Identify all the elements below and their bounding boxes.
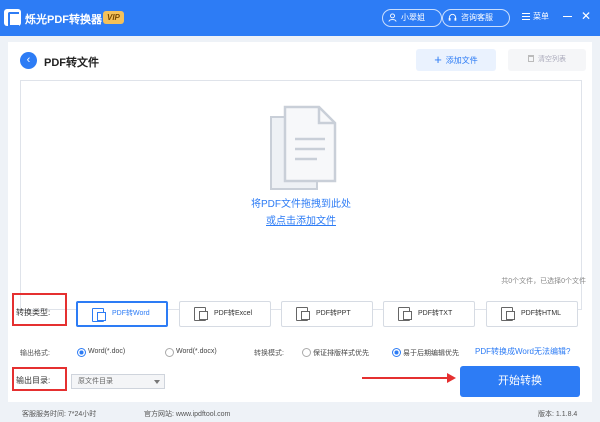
click-add-file-link[interactable]: 或点击添加文件 (266, 216, 336, 227)
customer-service-button[interactable]: 咨询客服 (442, 9, 510, 27)
trash-icon (528, 55, 534, 62)
customer-service-label: 咨询客服 (461, 13, 493, 22)
back-button[interactable]: ‹ (20, 52, 37, 69)
annotation-arrow (362, 373, 456, 383)
word-not-editable-help-link[interactable]: PDF转换成Word无法编辑? (475, 346, 570, 357)
type-pdf-to-html-button[interactable]: PDF转HTML (486, 301, 578, 327)
conversion-mode-label: 转换模式: (254, 350, 284, 357)
excel-file-icon (194, 307, 208, 321)
mode-editable-first-radio[interactable]: 易于后期编辑优先 (392, 348, 459, 358)
service-hours-text: 客服服务时间: 7*24小时 (22, 411, 97, 418)
txt-file-icon (398, 307, 412, 321)
add-file-label: 添加文件 (445, 56, 478, 65)
close-button[interactable]: ✕ (581, 10, 593, 22)
type-label-txt: PDF转TXT (418, 310, 453, 317)
mode-layout-first-radio[interactable]: 保证排版样式优先 (302, 348, 369, 358)
documents-icon (270, 105, 337, 190)
clear-list-button[interactable]: 清空列表 (508, 49, 586, 71)
output-format-label: 输出格式: (20, 350, 50, 357)
html-file-icon (501, 307, 515, 321)
type-label-word: PDF转Word (112, 310, 150, 317)
type-pdf-to-ppt-button[interactable]: PDF转PPT (281, 301, 373, 327)
plus-icon: + (434, 52, 442, 67)
type-label-html: PDF转HTML (521, 310, 562, 317)
user-icon (388, 13, 397, 22)
file-count-status: 共0个文件，已选择0个文件 (501, 278, 586, 285)
status-footer: 客服服务时间: 7*24小时 官方网站: www.ipdftool.com 版本… (0, 404, 600, 422)
app-logo-icon (4, 9, 21, 27)
chevron-down-icon (154, 380, 160, 384)
format-doc-radio[interactable]: Word(*.doc) (77, 348, 125, 357)
website-link[interactable]: 官方网站: www.ipdftool.com (144, 409, 230, 419)
title-bar: 烁光PDF转换器 VIP 小翠姐 咨询客服 菜单 ✕ (0, 0, 600, 36)
output-dir-label: 输出目录: (16, 376, 51, 385)
word-file-icon (92, 308, 106, 322)
type-pdf-to-txt-button[interactable]: PDF转TXT (383, 301, 475, 327)
menu-button[interactable]: 菜单 (522, 11, 549, 22)
menu-icon (522, 13, 530, 20)
ppt-file-icon (296, 307, 310, 321)
start-conversion-button[interactable]: 开始转换 (460, 366, 580, 397)
main-panel: ‹ PDF转文件 + 添加文件 清空列表 将PDF文件拖拽到此处 或点击添加文件 … (8, 42, 592, 402)
drop-hint-text: 将PDF文件拖拽到此处 (251, 199, 351, 210)
type-label-ppt: PDF转PPT (316, 310, 351, 317)
user-name: 小翠姐 (401, 13, 425, 22)
menu-label: 菜单 (533, 12, 549, 21)
add-file-button[interactable]: + 添加文件 (416, 49, 496, 71)
conversion-type-label: 转换类型: (16, 308, 51, 317)
user-button[interactable]: 小翠姐 (382, 9, 442, 27)
version-text: 版本: 1.1.8.4 (538, 411, 578, 418)
output-dir-value: 原文件目录 (78, 378, 113, 385)
type-label-excel: PDF转Excel (214, 310, 253, 317)
page-title: PDF转文件 (44, 57, 99, 69)
format-docx-radio[interactable]: Word(*.docx) (165, 348, 217, 357)
type-pdf-to-excel-button[interactable]: PDF转Excel (179, 301, 271, 327)
output-dir-select[interactable]: 原文件目录 (71, 374, 165, 389)
vip-badge[interactable]: VIP (103, 11, 124, 24)
app-title: 烁光PDF转换器 (25, 14, 102, 26)
file-drop-zone[interactable]: 将PDF文件拖拽到此处 或点击添加文件 (20, 80, 582, 310)
headset-icon (448, 13, 457, 21)
minimize-button[interactable] (562, 10, 574, 22)
type-pdf-to-word-button[interactable]: PDF转Word (76, 301, 168, 327)
clear-list-label: 清空列表 (538, 56, 566, 63)
